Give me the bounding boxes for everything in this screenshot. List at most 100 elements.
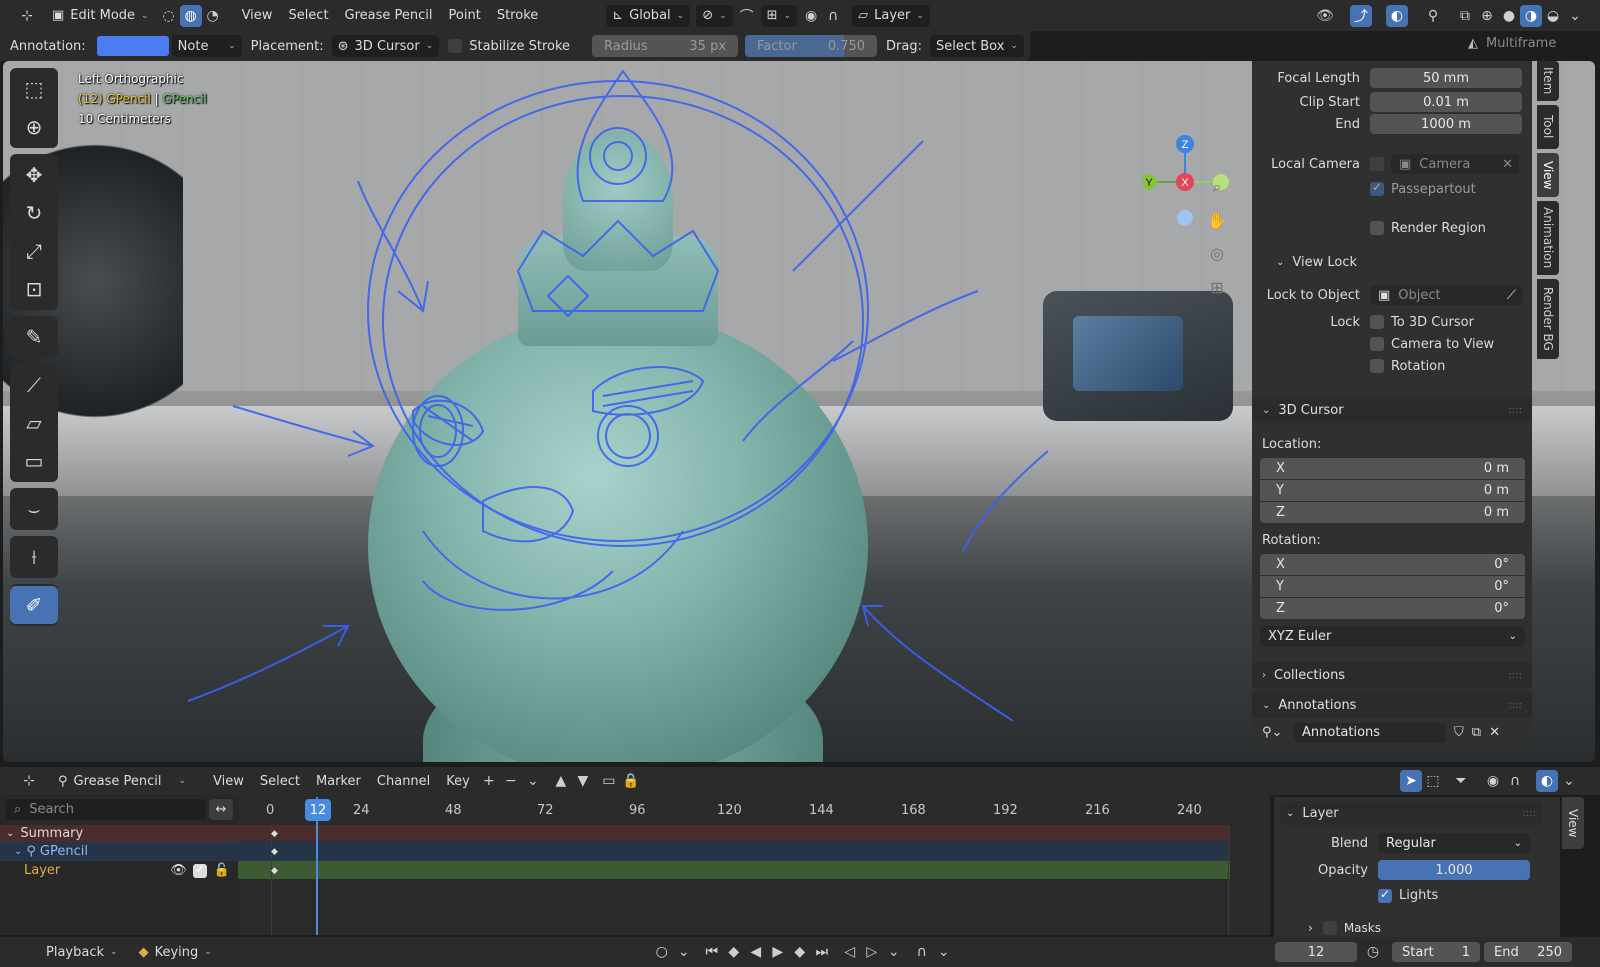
render-region-row[interactable]: Render Region: [1252, 217, 1532, 239]
shear-icon[interactable]: ⟋: [10, 366, 58, 404]
focal-length-field[interactable]: 50 mm: [1370, 68, 1522, 88]
overlay-toggle-icon[interactable]: ◐: [1386, 4, 1408, 27]
menu-select[interactable]: Select: [280, 8, 336, 23]
snap-icon[interactable]: ⌒: [736, 5, 758, 27]
keyframe-layer-icon[interactable]: ◆: [271, 866, 278, 876]
menu-view[interactable]: View: [234, 8, 281, 23]
visibility-icon[interactable]: 👁: [1314, 5, 1336, 27]
pan-hand-icon[interactable]: ✋: [1203, 206, 1231, 234]
end-frame-field[interactable]: End 250: [1484, 942, 1572, 962]
keyframe-gpencil-icon[interactable]: ◆: [271, 847, 278, 857]
lock-object-field[interactable]: ▣ Object ⟋: [1370, 285, 1522, 305]
menu-stroke[interactable]: Stroke: [489, 8, 546, 23]
eyedropper-icon[interactable]: ⟋: [1507, 288, 1516, 303]
cursor-panel-header[interactable]: ⌄ 3D Cursor::::: [1252, 397, 1532, 423]
camera-view-icon[interactable]: ◎: [1203, 239, 1231, 267]
cursor-location-z[interactable]: Z 0 m: [1260, 502, 1525, 523]
falloff-icon[interactable]: ∩: [822, 5, 844, 27]
radius-slider[interactable]: Radius 35 px: [592, 35, 739, 57]
remove-layer-icon[interactable]: −: [500, 770, 522, 792]
clip-end-field[interactable]: 1000 m: [1370, 114, 1522, 134]
rotate-icon[interactable]: ↻: [10, 194, 58, 232]
next-frame-icon[interactable]: ▷: [861, 941, 883, 963]
gizmo-toggle-icon[interactable]: ⤴: [1350, 4, 1372, 27]
clip-start-field[interactable]: 0.01 m: [1370, 92, 1522, 112]
ortho-grid-icon[interactable]: ⊞: [1203, 273, 1231, 301]
tab-item[interactable]: Item: [1537, 61, 1559, 101]
menu-point[interactable]: Point: [441, 8, 489, 23]
factor-slider[interactable]: Factor 0.750: [745, 35, 878, 57]
tab-animation[interactable]: Animation: [1537, 201, 1559, 275]
to-sphere-icon[interactable]: ▱: [10, 404, 58, 442]
rotation-mode-dropdown[interactable]: XYZ Euler ⌄: [1260, 626, 1525, 647]
tab-view[interactable]: View: [1537, 153, 1559, 197]
shading-rendered-icon[interactable]: ◒: [1542, 5, 1564, 27]
timeline-menu-view[interactable]: View: [205, 774, 252, 789]
tab-tool[interactable]: Tool: [1537, 105, 1559, 149]
layer-dropdown[interactable]: ▱ Layer ⌄: [852, 4, 930, 27]
lock-cursor-checkbox[interactable]: To 3D Cursor: [1370, 315, 1474, 330]
lock-rotation-row[interactable]: Rotation: [1252, 355, 1532, 377]
local-camera-checkbox[interactable]: [1370, 157, 1384, 171]
select-box-icon[interactable]: ⬚: [10, 70, 58, 108]
placement-dropdown[interactable]: ⊛ 3D Cursor ⌄: [331, 35, 440, 57]
shading-material-icon[interactable]: ◑: [1520, 4, 1542, 27]
chevron-down-icon[interactable]: ⌄: [522, 770, 544, 792]
channel-layer[interactable]: Layer 👁 🔓: [0, 861, 238, 880]
timeline-menu-select[interactable]: Select: [252, 774, 308, 789]
keyframe-summary-icon[interactable]: ◆: [271, 829, 278, 839]
chevron-down-icon[interactable]: ⌄: [1558, 770, 1580, 792]
move-icon[interactable]: ✥: [10, 156, 58, 194]
drag-dropdown[interactable]: Select Box ⌄: [929, 35, 1024, 57]
filter-icon[interactable]: ⏷: [1450, 770, 1472, 792]
transform-icon[interactable]: ⊡: [10, 270, 58, 308]
move-down-icon[interactable]: ▼: [572, 770, 594, 792]
timeline-menu-key[interactable]: Key: [438, 774, 478, 789]
lock-icon[interactable]: 🔒: [620, 770, 642, 792]
shading-wireframe-icon[interactable]: ⊕: [1476, 5, 1498, 27]
proportional-edit-icon[interactable]: ◉: [800, 5, 822, 27]
annotation-color-swatch[interactable]: [96, 36, 169, 56]
passepartout-row[interactable]: Passepartout: [1252, 178, 1532, 200]
gp-overlay-icon[interactable]: ⚲: [1422, 5, 1444, 27]
falloff-icon[interactable]: ∩: [1504, 770, 1526, 792]
shading-options-icon[interactable]: ⌄: [1564, 5, 1586, 27]
chevron-down-icon[interactable]: ⌄: [933, 941, 955, 963]
channel-gpencil[interactable]: ⌄ ⚲ GPencil: [0, 842, 238, 861]
xray-icon[interactable]: ⧉: [1454, 5, 1476, 27]
unlink-icon[interactable]: ✕: [1489, 725, 1500, 740]
channel-summary[interactable]: ⌄ Summary: [0, 825, 238, 842]
only-selected-icon[interactable]: ➤: [1400, 770, 1422, 792]
onion-skin-checkbox[interactable]: [192, 862, 207, 878]
interpolate-icon[interactable]: ⌣: [10, 490, 58, 528]
keying-dropdown[interactable]: ◆ Keying ⌄: [132, 941, 218, 963]
drag-grip-icon[interactable]: ::::: [1523, 808, 1536, 819]
playback-dropdown[interactable]: Playback ⌄: [40, 941, 124, 963]
timeline-menu-marker[interactable]: Marker: [308, 774, 369, 789]
pivot-dropdown[interactable]: ⊘ ⌄: [696, 4, 733, 27]
zoom-icon[interactable]: ⌕: [1203, 173, 1231, 201]
timeline-menu-channel[interactable]: Channel: [369, 774, 438, 789]
overlay-icon[interactable]: ◐: [1536, 770, 1558, 792]
lights-checkbox[interactable]: Lights: [1378, 887, 1438, 903]
cursor-tool-icon[interactable]: ⊕: [10, 108, 58, 146]
start-frame-field[interactable]: Start 1: [1392, 942, 1480, 962]
next-keyframe-icon[interactable]: ◆: [789, 941, 811, 963]
play-icon[interactable]: ▶: [767, 941, 789, 963]
annotation-note-dropdown[interactable]: Note ⌄: [171, 35, 242, 57]
select-segments-icon[interactable]: ◔: [202, 5, 224, 27]
editor-type-icon[interactable]: ⊹: [18, 770, 40, 792]
camera-to-view-row[interactable]: Camera to View: [1252, 333, 1532, 355]
view-lock-subpanel[interactable]: ⌄ View Lock: [1252, 251, 1532, 273]
clock-icon[interactable]: ◷: [1362, 941, 1384, 963]
jump-end-icon[interactable]: ⏭: [811, 941, 833, 963]
menu-grease-pencil[interactable]: Grease Pencil: [337, 8, 441, 23]
isolate-icon[interactable]: ▭: [598, 770, 620, 792]
editor-type-icon[interactable]: ⊹: [16, 5, 38, 27]
eyedropper-icon[interactable]: ⟊: [10, 538, 58, 576]
camera-field[interactable]: ▣ Camera ✕: [1391, 154, 1519, 174]
dopesheet-mode-dropdown[interactable]: ⚲ Grease Pencil ⌄: [52, 770, 192, 792]
gizmo-neg-z-axis[interactable]: [1177, 210, 1193, 226]
drag-grip-icon[interactable]: ::::: [1509, 700, 1522, 711]
orientation-dropdown[interactable]: ⊾ Global ⌄: [606, 4, 691, 27]
